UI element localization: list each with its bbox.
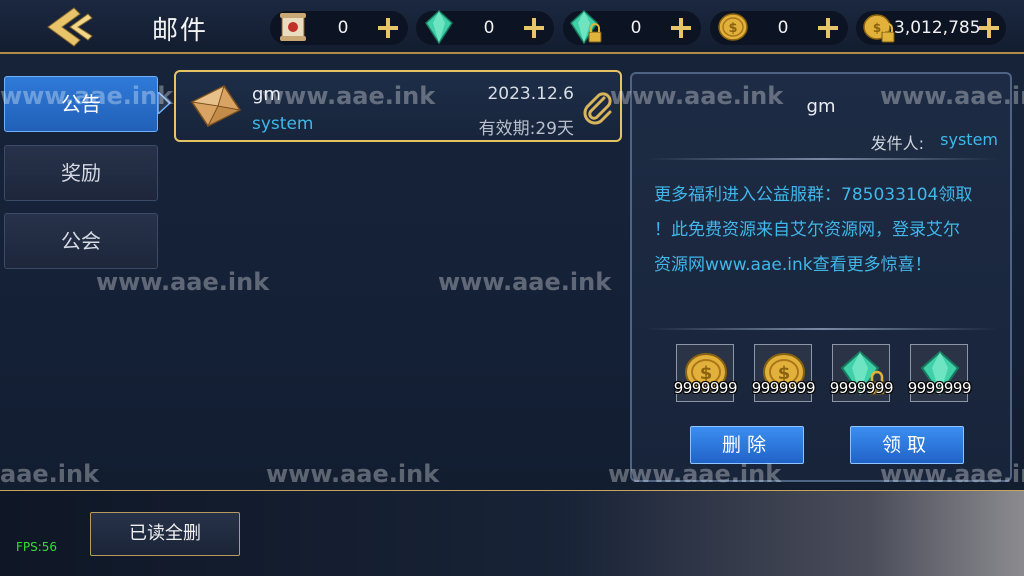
watermark: www.aae.ink [96,268,270,296]
tab-announcement[interactable]: 公告 [4,76,158,132]
mail-sender: gm [252,84,281,105]
mail-body-line: 资源网www.aae.ink查看更多惊喜！ [654,255,932,275]
attachment-quantity: 9999999 [751,379,816,397]
green-gem-icon [425,9,453,45]
envelope-icon [190,85,242,128]
sender-label: 发件人: [870,134,924,153]
attachment-slot[interactable]: 9999999 [908,344,972,402]
watermark: aae.ink [0,460,100,488]
gold-coin-icon: $ [718,13,748,41]
divider [646,328,998,330]
locked-gold-coin-icon: $ [863,14,895,43]
add-currency-button[interactable] [815,15,841,41]
claim-button[interactable]: 领取 [850,426,964,464]
paperclip-icon [583,92,612,125]
attachment-quantity: 9999999 [907,379,972,397]
divider [646,158,998,160]
tab-rewards[interactable]: 奖励 [4,145,158,201]
delete-all-read-button[interactable]: 已读全删 [90,512,240,556]
mail-body-line: 更多福利进入公益服群：785033104领取 [654,185,973,205]
active-tab-arrow-icon [158,92,172,114]
mail-expiry: 有效期:29天 [478,119,574,139]
top-bar: 邮件 0 0 0 $ 0 $ 3,012,785 [0,0,1024,54]
currency-value: 0 [630,18,642,38]
locked-green-gem-icon [570,9,602,45]
sender-value: system [940,130,998,149]
fps-counter: FPS:56 [16,540,58,554]
currency-value: 0 [337,18,349,38]
currency-value: 0 [483,18,495,38]
add-currency-button[interactable] [521,15,547,41]
svg-text:$: $ [873,21,881,35]
currency-scroll: 0 [270,11,408,45]
currency-value: 0 [777,18,789,38]
scroll-ticket-icon [280,13,306,41]
mail-detail-panel: gm 发件人: system 更多福利进入公益服群：785033104领取 ！此… [630,72,1012,482]
add-currency-button[interactable] [668,15,694,41]
currency-locked-gold: $ 3,012,785 [856,11,1006,45]
attachment-quantity: 9999999 [829,379,894,397]
mail-date: 2023.12.6 [487,84,574,104]
mail-body-line: ！此免费资源来自艾尔资源网，登录艾尔 [654,220,960,240]
add-currency-button[interactable] [976,15,1002,41]
detail-title: gm [806,96,836,117]
attachment-quantity: 9999999 [673,379,738,397]
mail-subtitle: system [252,114,314,134]
currency-gem: 0 [416,9,554,45]
mail-body: 更多福利进入公益服群：785033104领取 ！此免费资源来自艾尔资源网，登录艾… [654,178,994,283]
page-title: 邮件 [152,16,209,46]
mail-list-item[interactable]: gm system 2023.12.6 有效期:29天 [174,70,622,142]
add-currency-button[interactable] [375,15,401,41]
currency-locked-gem: 0 [563,9,701,45]
currency-value: 3,012,785 [894,18,981,38]
back-arrow-icon[interactable] [40,4,100,50]
currency-gold: $ 0 [710,11,848,45]
delete-button[interactable]: 删除 [690,426,804,464]
tab-guild[interactable]: 公会 [4,213,158,269]
watermark: www.aae.ink [266,460,440,488]
svg-text:$: $ [728,21,737,36]
watermark: www.aae.ink [438,268,612,296]
